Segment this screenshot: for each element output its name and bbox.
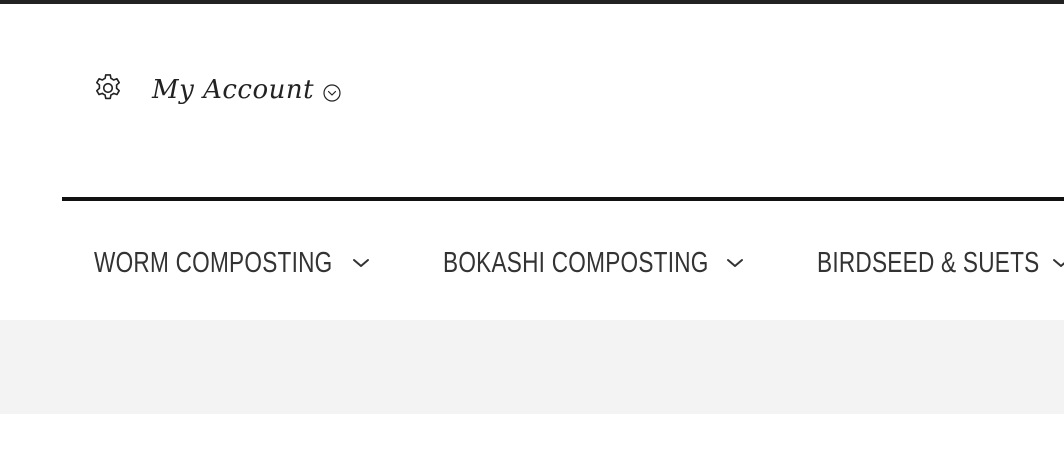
nav-item-label: BIRDSEED & SUETS bbox=[817, 246, 1040, 279]
gear-icon bbox=[96, 74, 120, 100]
nav-item-worm-composting[interactable]: WORM COMPOSTING bbox=[94, 247, 371, 280]
nav-item-bokashi-composting[interactable]: BOKASHI COMPOSTING bbox=[443, 247, 746, 280]
top-border bbox=[0, 0, 1064, 4]
main-nav: WORM COMPOSTING BOKASHI COMPOSTING BIRDS… bbox=[94, 238, 1064, 288]
my-account-menu[interactable]: My Account bbox=[92, 66, 342, 110]
nav-item-label: BOKASHI COMPOSTING bbox=[442, 246, 709, 279]
nav-item-label: WORM COMPOSTING bbox=[94, 246, 333, 279]
my-account-label: My Account bbox=[152, 75, 315, 105]
header-divider bbox=[62, 197, 1064, 201]
content-band bbox=[0, 320, 1064, 414]
chevron-down-icon bbox=[352, 259, 369, 267]
chevron-down-icon bbox=[727, 259, 744, 267]
nav-item-birdseed-suets[interactable]: BIRDSEED & SUETS bbox=[817, 247, 1064, 280]
chevron-down-circle-icon bbox=[323, 84, 341, 102]
chevron-down-icon bbox=[1052, 259, 1064, 267]
